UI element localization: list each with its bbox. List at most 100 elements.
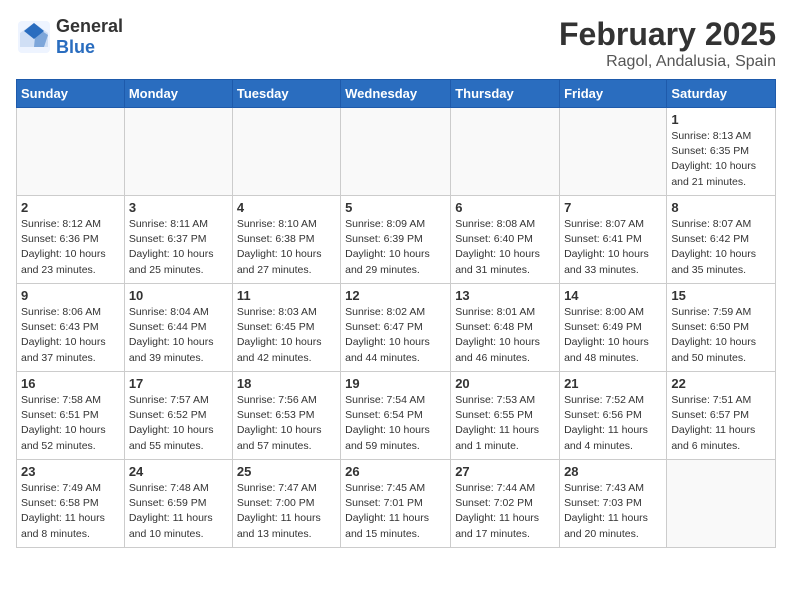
- day-info: Sunrise: 7:54 AM Sunset: 6:54 PM Dayligh…: [345, 393, 446, 454]
- calendar-header-row: SundayMondayTuesdayWednesdayThursdayFrid…: [17, 80, 776, 108]
- day-number: 22: [671, 376, 771, 391]
- day-info: Sunrise: 7:51 AM Sunset: 6:57 PM Dayligh…: [671, 393, 771, 454]
- calendar-cell: 6 Sunrise: 8:08 AM Sunset: 6:40 PM Daylig…: [451, 196, 560, 284]
- logo: General Blue: [16, 16, 123, 58]
- calendar-cell: [124, 108, 232, 196]
- day-info: Sunrise: 8:03 AM Sunset: 6:45 PM Dayligh…: [237, 305, 336, 366]
- day-header-wednesday: Wednesday: [341, 80, 451, 108]
- day-number: 4: [237, 200, 336, 215]
- day-number: 25: [237, 464, 336, 479]
- day-number: 19: [345, 376, 446, 391]
- calendar-cell: [560, 108, 667, 196]
- calendar-cell: 12 Sunrise: 8:02 AM Sunset: 6:47 PM Dayli…: [341, 284, 451, 372]
- day-info: Sunrise: 7:59 AM Sunset: 6:50 PM Dayligh…: [671, 305, 771, 366]
- day-info: Sunrise: 8:12 AM Sunset: 6:36 PM Dayligh…: [21, 217, 120, 278]
- calendar-cell: [451, 108, 560, 196]
- day-header-monday: Monday: [124, 80, 232, 108]
- calendar-cell: 11 Sunrise: 8:03 AM Sunset: 6:45 PM Dayli…: [232, 284, 340, 372]
- title-area: February 2025 Ragol, Andalusia, Spain: [559, 16, 776, 71]
- day-info: Sunrise: 7:49 AM Sunset: 6:58 PM Dayligh…: [21, 481, 120, 542]
- calendar-cell: 7 Sunrise: 8:07 AM Sunset: 6:41 PM Daylig…: [560, 196, 667, 284]
- day-number: 6: [455, 200, 555, 215]
- calendar-cell: 27 Sunrise: 7:44 AM Sunset: 7:02 PM Dayli…: [451, 460, 560, 548]
- calendar-cell: 25Sunrise: 7:47 AM Sunset: 7:00 PM Dayli…: [232, 460, 340, 548]
- day-info: Sunrise: 7:52 AM Sunset: 6:56 PM Dayligh…: [564, 393, 662, 454]
- day-info: Sunrise: 7:48 AM Sunset: 6:59 PM Dayligh…: [129, 481, 228, 542]
- calendar-body: 1Sunrise: 8:13 AM Sunset: 6:35 PM Daylig…: [17, 108, 776, 548]
- day-info: Sunrise: 8:13 AM Sunset: 6:35 PM Dayligh…: [671, 129, 771, 190]
- day-header-tuesday: Tuesday: [232, 80, 340, 108]
- calendar-week-row: 1Sunrise: 8:13 AM Sunset: 6:35 PM Daylig…: [17, 108, 776, 196]
- calendar-cell: 24 Sunrise: 7:48 AM Sunset: 6:59 PM Dayli…: [124, 460, 232, 548]
- calendar-cell: [17, 108, 125, 196]
- calendar-week-row: 9 Sunrise: 8:06 AM Sunset: 6:43 PM Daylig…: [17, 284, 776, 372]
- day-number: 20: [455, 376, 555, 391]
- day-number: 23: [21, 464, 120, 479]
- calendar-header: General Blue February 2025 Ragol, Andalu…: [16, 16, 776, 71]
- calendar-table: SundayMondayTuesdayWednesdayThursdayFrid…: [16, 79, 776, 548]
- calendar-cell: 5 Sunrise: 8:09 AM Sunset: 6:39 PM Daylig…: [341, 196, 451, 284]
- calendar-cell: 18 Sunrise: 7:56 AM Sunset: 6:53 PM Dayli…: [232, 372, 340, 460]
- calendar-week-row: 23 Sunrise: 7:49 AM Sunset: 6:58 PM Dayli…: [17, 460, 776, 548]
- day-info: Sunrise: 8:00 AM Sunset: 6:49 PM Dayligh…: [564, 305, 662, 366]
- day-info: Sunrise: 7:45 AM Sunset: 7:01 PM Dayligh…: [345, 481, 446, 542]
- day-header-friday: Friday: [560, 80, 667, 108]
- day-number: 2: [21, 200, 120, 215]
- day-info: Sunrise: 8:07 AM Sunset: 6:41 PM Dayligh…: [564, 217, 662, 278]
- day-number: 27: [455, 464, 555, 479]
- day-number: 9: [21, 288, 120, 303]
- logo-icon: [16, 19, 52, 55]
- calendar-cell: 15 Sunrise: 7:59 AM Sunset: 6:50 PM Dayli…: [667, 284, 776, 372]
- calendar-title: February 2025: [559, 16, 776, 53]
- calendar-cell: 3 Sunrise: 8:11 AM Sunset: 6:37 PM Daylig…: [124, 196, 232, 284]
- calendar-cell: 23 Sunrise: 7:49 AM Sunset: 6:58 PM Dayli…: [17, 460, 125, 548]
- calendar-week-row: 16Sunrise: 7:58 AM Sunset: 6:51 PM Dayli…: [17, 372, 776, 460]
- day-info: Sunrise: 7:44 AM Sunset: 7:02 PM Dayligh…: [455, 481, 555, 542]
- calendar-cell: 22 Sunrise: 7:51 AM Sunset: 6:57 PM Dayli…: [667, 372, 776, 460]
- calendar-cell: 4 Sunrise: 8:10 AM Sunset: 6:38 PM Daylig…: [232, 196, 340, 284]
- day-number: 21: [564, 376, 662, 391]
- day-number: 14: [564, 288, 662, 303]
- day-info: Sunrise: 8:04 AM Sunset: 6:44 PM Dayligh…: [129, 305, 228, 366]
- day-info: Sunrise: 7:43 AM Sunset: 7:03 PM Dayligh…: [564, 481, 662, 542]
- calendar-cell: 28Sunrise: 7:43 AM Sunset: 7:03 PM Dayli…: [560, 460, 667, 548]
- day-number: 3: [129, 200, 228, 215]
- day-number: 5: [345, 200, 446, 215]
- day-number: 18: [237, 376, 336, 391]
- calendar-cell: 13 Sunrise: 8:01 AM Sunset: 6:48 PM Dayli…: [451, 284, 560, 372]
- logo-text: General Blue: [56, 16, 123, 58]
- calendar-cell: [341, 108, 451, 196]
- calendar-cell: [667, 460, 776, 548]
- calendar-cell: [232, 108, 340, 196]
- day-number: 8: [671, 200, 771, 215]
- calendar-cell: 26 Sunrise: 7:45 AM Sunset: 7:01 PM Dayli…: [341, 460, 451, 548]
- calendar-cell: 16Sunrise: 7:58 AM Sunset: 6:51 PM Dayli…: [17, 372, 125, 460]
- calendar-cell: 1Sunrise: 8:13 AM Sunset: 6:35 PM Daylig…: [667, 108, 776, 196]
- day-number: 17: [129, 376, 228, 391]
- calendar-cell: 2 Sunrise: 8:12 AM Sunset: 6:36 PM Daylig…: [17, 196, 125, 284]
- day-number: 11: [237, 288, 336, 303]
- day-info: Sunrise: 8:02 AM Sunset: 6:47 PM Dayligh…: [345, 305, 446, 366]
- day-info: Sunrise: 8:10 AM Sunset: 6:38 PM Dayligh…: [237, 217, 336, 278]
- day-number: 13: [455, 288, 555, 303]
- day-number: 26: [345, 464, 446, 479]
- day-number: 12: [345, 288, 446, 303]
- day-number: 15: [671, 288, 771, 303]
- day-header-saturday: Saturday: [667, 80, 776, 108]
- day-number: 16: [21, 376, 120, 391]
- calendar-cell: 19 Sunrise: 7:54 AM Sunset: 6:54 PM Dayli…: [341, 372, 451, 460]
- day-info: Sunrise: 8:06 AM Sunset: 6:43 PM Dayligh…: [21, 305, 120, 366]
- day-number: 7: [564, 200, 662, 215]
- day-info: Sunrise: 7:57 AM Sunset: 6:52 PM Dayligh…: [129, 393, 228, 454]
- day-info: Sunrise: 8:07 AM Sunset: 6:42 PM Dayligh…: [671, 217, 771, 278]
- day-number: 24: [129, 464, 228, 479]
- day-info: Sunrise: 8:08 AM Sunset: 6:40 PM Dayligh…: [455, 217, 555, 278]
- calendar-cell: 8 Sunrise: 8:07 AM Sunset: 6:42 PM Daylig…: [667, 196, 776, 284]
- day-info: Sunrise: 7:56 AM Sunset: 6:53 PM Dayligh…: [237, 393, 336, 454]
- day-info: Sunrise: 8:11 AM Sunset: 6:37 PM Dayligh…: [129, 217, 228, 278]
- day-info: Sunrise: 8:01 AM Sunset: 6:48 PM Dayligh…: [455, 305, 555, 366]
- calendar-cell: 20 Sunrise: 7:53 AM Sunset: 6:55 PM Dayli…: [451, 372, 560, 460]
- day-info: Sunrise: 7:53 AM Sunset: 6:55 PM Dayligh…: [455, 393, 555, 454]
- day-info: Sunrise: 8:09 AM Sunset: 6:39 PM Dayligh…: [345, 217, 446, 278]
- calendar-cell: 9 Sunrise: 8:06 AM Sunset: 6:43 PM Daylig…: [17, 284, 125, 372]
